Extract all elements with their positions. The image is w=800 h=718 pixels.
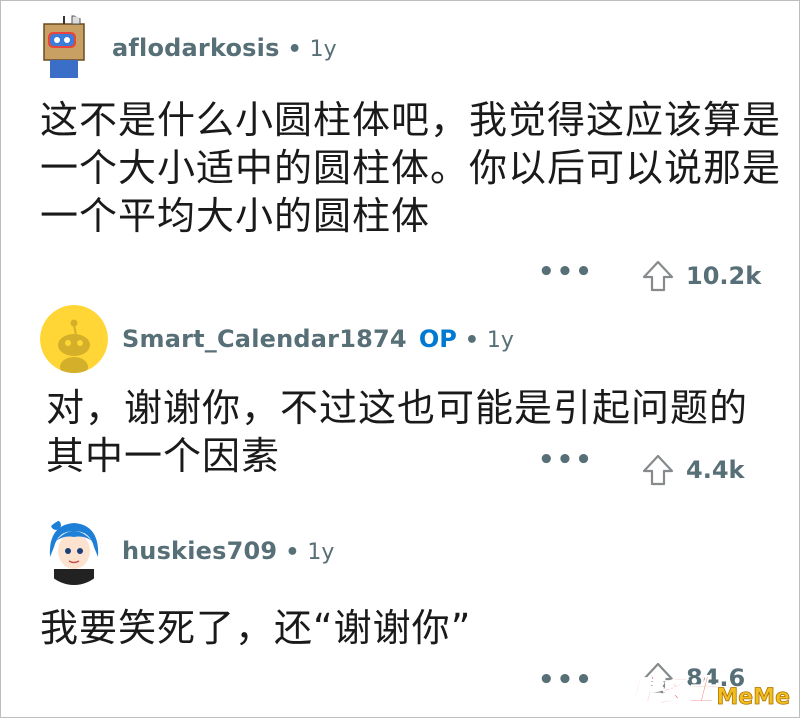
- comment-header: Smart_Calendar1874 OP • 1y: [40, 305, 514, 373]
- upvote-control: 4.4k: [640, 452, 744, 488]
- comment-age: 1y: [307, 540, 335, 565]
- upvote-arrow-icon[interactable]: [640, 258, 676, 294]
- snoo-default-avatar-icon[interactable]: [40, 305, 108, 373]
- more-options-icon[interactable]: •••: [538, 259, 594, 285]
- username[interactable]: huskies709: [122, 537, 277, 565]
- upvote-control: 10.2k: [640, 258, 761, 294]
- robot-box-avatar-icon[interactable]: [30, 14, 98, 82]
- separator: •: [287, 37, 302, 62]
- username[interactable]: aflodarkosis: [112, 34, 280, 62]
- username[interactable]: Smart_Calendar1874: [122, 325, 407, 353]
- vote-score: 4.4k: [686, 456, 745, 484]
- more-options-icon[interactable]: •••: [538, 447, 594, 473]
- comment-age: 1y: [486, 328, 514, 353]
- watermark-en: MeMe: [716, 685, 790, 711]
- watermark-cn: 摩多士: [630, 674, 717, 710]
- upvote-arrow-icon[interactable]: [640, 452, 676, 488]
- separator: •: [285, 540, 300, 565]
- comment-header: huskies709 • 1y: [40, 517, 334, 585]
- comment-meta: aflodarkosis • 1y: [112, 34, 337, 62]
- blue-hair-girl-avatar-icon[interactable]: [40, 517, 108, 585]
- comment-meta: Smart_Calendar1874 OP • 1y: [122, 325, 514, 353]
- comment-meta: huskies709 • 1y: [122, 537, 334, 565]
- comment-header: aflodarkosis • 1y: [30, 14, 337, 82]
- watermark-logo: 摩多士 MeMe: [630, 666, 791, 711]
- more-options-icon[interactable]: •••: [538, 667, 594, 693]
- comment-age: 1y: [309, 37, 337, 62]
- separator: •: [464, 328, 479, 353]
- comment-body: 这不是什么小圆柱体吧，我觉得这应该算是 一个大小适中的圆柱体。你以后可以说那是 …: [40, 98, 782, 238]
- comment-body: 我要笑死了，还“谢谢你”: [40, 606, 472, 650]
- op-badge: OP: [418, 325, 457, 353]
- vote-score: 10.2k: [686, 262, 762, 290]
